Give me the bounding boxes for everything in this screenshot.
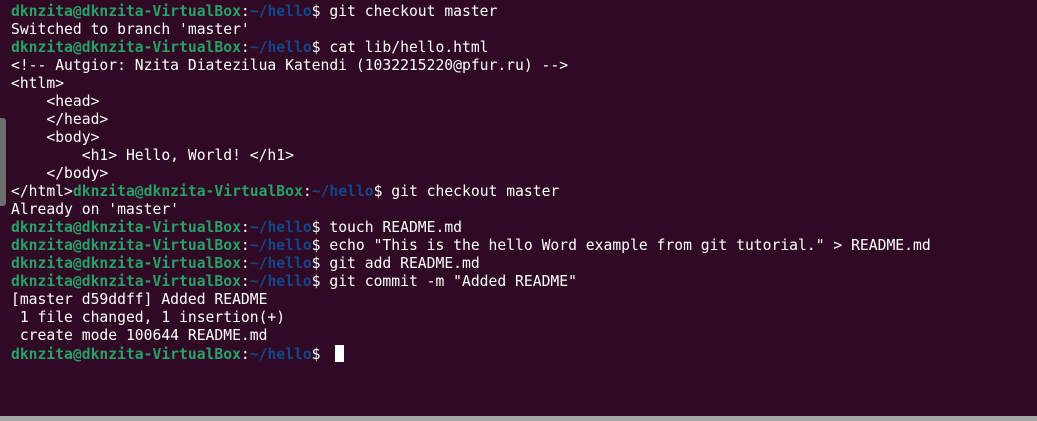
prompt-separator: :: [240, 219, 250, 236]
command-text: git add README.md: [329, 255, 480, 272]
output-line: </body>: [11, 165, 931, 183]
prompt-sign: $: [311, 3, 330, 20]
prompt-sign: $: [311, 219, 330, 236]
prompt-separator: :: [240, 273, 250, 290]
command-text: cat lib/hello.html: [329, 39, 489, 56]
output-text: Already on 'master': [11, 201, 180, 218]
command-text: touch README.md: [329, 219, 462, 236]
prompt-path: ~/hello: [249, 346, 312, 363]
prompt-sign: $: [311, 237, 330, 254]
terminal-output: Initial Commitdknzita@dknzita-VirtualBox…: [11, 0, 931, 363]
prompt-line: dknzita@dknzita-VirtualBox:~/hello$ git …: [11, 3, 931, 21]
output-text: create mode 100644 README.md: [11, 327, 268, 344]
prompt-line: dknzita@dknzita-VirtualBox:~/hello$ echo…: [11, 237, 931, 255]
output-line: <htlm>: [11, 75, 931, 93]
output-line: <head>: [11, 93, 931, 111]
prompt-user: dknzita@dknzita-VirtualBox: [11, 273, 241, 290]
prompt-path: ~/hello: [249, 255, 312, 272]
prompt-user: dknzita@dknzita-VirtualBox: [11, 3, 241, 20]
output-text: <htlm>: [11, 75, 65, 92]
prompt-path: ~/hello: [249, 273, 312, 290]
prompt-user: dknzita@dknzita-VirtualBox: [11, 346, 241, 363]
output-text: Initial Commit: [11, 0, 170, 2]
prompt-separator: :: [240, 237, 250, 254]
output-text: <!-- Autgior: Nzita Diatezilua Katendi (…: [11, 57, 569, 74]
command-text: git commit -m "Added README": [329, 273, 577, 290]
prompt-path: ~/hello: [311, 183, 374, 200]
output-text: </head>: [11, 111, 109, 128]
output-text: <body>: [11, 129, 100, 146]
prompt-user: dknzita@dknzita-VirtualBox: [11, 219, 241, 236]
output-text: </body>: [11, 165, 109, 182]
prompt-separator: :: [240, 255, 250, 272]
scrollbar[interactable]: [0, 118, 6, 206]
prompt-separator: :: [240, 39, 250, 56]
prompt-line: dknzita@dknzita-VirtualBox:~/hello$ git …: [11, 255, 931, 273]
prompt-separator: :: [240, 3, 250, 20]
prompt-sign: $: [311, 39, 330, 56]
prompt-path: ~/hello: [249, 39, 312, 56]
output-line: 1 file changed, 1 insertion(+): [11, 309, 931, 327]
output-line: create mode 100644 README.md: [11, 327, 931, 345]
prompt-sign: $: [311, 273, 330, 290]
text-cursor: [335, 345, 345, 362]
output-line: <!-- Autgior: Nzita Diatezilua Katendi (…: [11, 57, 931, 75]
prompt-sign: $: [311, 255, 330, 272]
prompt-path: ~/hello: [249, 237, 312, 254]
prompt-line: dknzita@dknzita-VirtualBox:~/hello$ touc…: [11, 219, 931, 237]
output-line: <body>: [11, 129, 931, 147]
command-text: echo "This is the hello Word example fro…: [329, 237, 931, 254]
output-text: </html>: [11, 183, 73, 200]
output-text: 1 file changed, 1 insertion(+): [11, 309, 286, 326]
prompt-line: dknzita@dknzita-VirtualBox:~/hello$ cat …: [11, 39, 931, 57]
window-bottom-edge: [0, 416, 1037, 421]
prompt-line: dknzita@dknzita-VirtualBox:~/hello$: [11, 345, 931, 363]
terminal-window[interactable]: Initial Commitdknzita@dknzita-VirtualBox…: [0, 0, 1037, 421]
output-line: <h1> Hello, World! </h1>: [11, 147, 931, 165]
prompt-sign: $: [311, 346, 330, 363]
prompt-path: ~/hello: [249, 3, 312, 20]
prompt-user: dknzita@dknzita-VirtualBox: [11, 255, 241, 272]
prompt-user: dknzita@dknzita-VirtualBox: [11, 237, 241, 254]
output-text: <head>: [11, 93, 100, 110]
prompt-line: </html>dknzita@dknzita-VirtualBox:~/hell…: [11, 183, 931, 201]
output-line: Already on 'master': [11, 201, 931, 219]
command-text: git checkout master: [391, 183, 560, 200]
output-text: Switched to branch 'master': [11, 21, 250, 38]
prompt-user: dknzita@dknzita-VirtualBox: [72, 183, 303, 200]
command-text: git checkout master: [329, 3, 498, 20]
output-line: [master d59ddff] Added README: [11, 291, 931, 309]
output-text: <h1> Hello, World! </h1>: [11, 147, 294, 164]
prompt-separator: :: [302, 183, 312, 200]
output-line: Switched to branch 'master': [11, 21, 931, 39]
prompt-sign: $: [373, 183, 392, 200]
prompt-line: dknzita@dknzita-VirtualBox:~/hello$ git …: [11, 273, 931, 291]
output-text: [master d59ddff] Added README: [11, 291, 268, 308]
prompt-path: ~/hello: [249, 219, 312, 236]
output-line: </head>: [11, 111, 931, 129]
prompt-user: dknzita@dknzita-VirtualBox: [11, 39, 241, 56]
prompt-separator: :: [240, 346, 250, 363]
